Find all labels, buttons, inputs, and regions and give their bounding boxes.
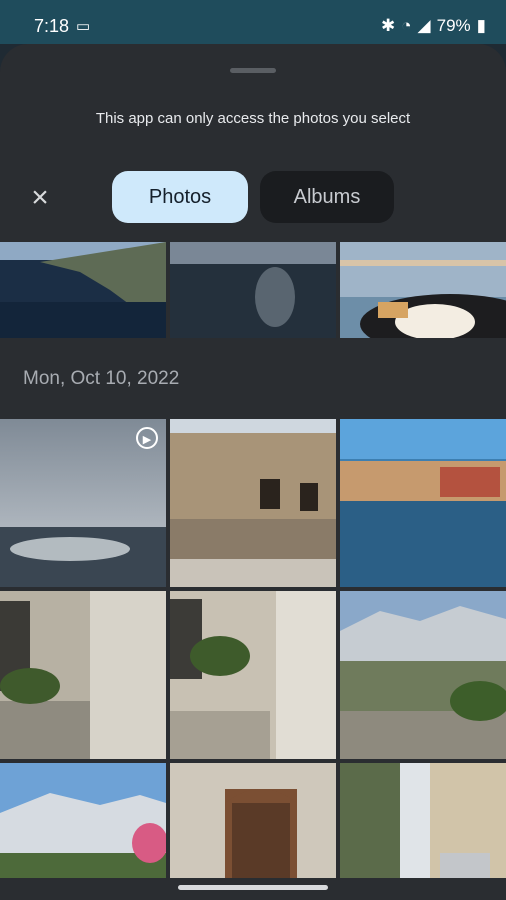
status-bar: 7:18 ▭ ✱ ◔ ◢ 79% ▮ bbox=[0, 0, 506, 44]
photo-tile[interactable] bbox=[0, 591, 166, 759]
photo-row bbox=[0, 591, 506, 759]
bluetooth-icon: ✱ bbox=[381, 16, 396, 35]
gesture-bar bbox=[0, 878, 506, 900]
drag-handle[interactable] bbox=[230, 68, 276, 73]
photo-tile[interactable] bbox=[340, 419, 506, 587]
battery-icon: ▮ bbox=[476, 16, 486, 35]
photo-tile[interactable]: ▶ bbox=[0, 419, 166, 587]
cast-icon: ▭ bbox=[76, 18, 91, 35]
photo-tile[interactable] bbox=[170, 419, 336, 587]
wifi-icon: ◔ bbox=[401, 16, 412, 35]
tab-photos[interactable]: Photos bbox=[112, 171, 248, 223]
status-time: 7:18 bbox=[34, 16, 70, 36]
photo-row-top bbox=[0, 242, 506, 338]
photo-tile[interactable] bbox=[0, 242, 166, 338]
photo-tile[interactable] bbox=[170, 591, 336, 759]
status-icons: ✱ ◔ ◢ 79% ▮ bbox=[381, 16, 486, 36]
battery-percent: 79% bbox=[436, 16, 471, 35]
video-icon: ▶ bbox=[136, 427, 158, 449]
photo-row: ▶ bbox=[0, 419, 506, 587]
section-date: Mon, Oct 10, 2022 bbox=[23, 368, 180, 389]
home-indicator[interactable] bbox=[178, 885, 328, 890]
close-icon[interactable]: × bbox=[26, 183, 54, 213]
photo-picker-sheet: This app can only access the photos you … bbox=[0, 44, 506, 900]
access-notice: This app can only access the photos you … bbox=[95, 110, 411, 127]
signal-icon: ◢ bbox=[417, 16, 431, 35]
photo-tile[interactable] bbox=[340, 591, 506, 759]
photo-tile[interactable] bbox=[170, 242, 336, 338]
tab-albums[interactable]: Albums bbox=[260, 171, 394, 223]
photo-tile[interactable] bbox=[340, 242, 506, 338]
